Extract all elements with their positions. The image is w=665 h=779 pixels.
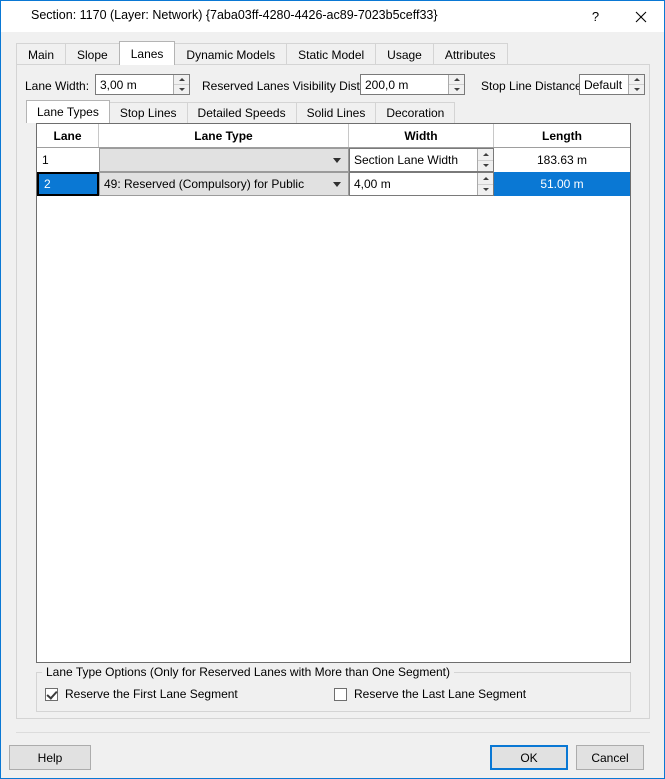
width-input[interactable]: Section Lane Width: [349, 148, 494, 172]
reserved-visibility-stepper[interactable]: [448, 75, 464, 94]
column-header-width[interactable]: Width: [349, 124, 494, 147]
lane-type-options-title: Lane Type Options (Only for Reserved Lan…: [42, 665, 454, 679]
width-input[interactable]: 4,00 m: [349, 172, 494, 196]
lane-types-table[interactable]: Lane Lane Type Width Length 1 Section La…: [36, 123, 631, 663]
width-stepper[interactable]: [477, 149, 493, 171]
lane-type-value: 49: Reserved (Compulsory) for Public: [104, 177, 305, 191]
stepper-up-icon[interactable]: [478, 173, 493, 184]
cell-width[interactable]: Section Lane Width: [349, 148, 494, 172]
cell-length: 183.63 m: [536, 153, 588, 167]
stepper-down-icon[interactable]: [478, 159, 493, 172]
tab-label: Attributes: [444, 47, 496, 62]
stop-line-distance-stepper[interactable]: [628, 75, 644, 94]
subtab-solid-lines[interactable]: Solid Lines: [295, 102, 377, 123]
tab-label: Usage: [387, 47, 422, 62]
chevron-down-icon: [333, 182, 341, 187]
tab-slope[interactable]: Slope: [65, 43, 120, 65]
table-row[interactable]: 2 49: Reserved (Compulsory) for Public 4…: [37, 172, 630, 196]
stop-line-distance-label: Stop Line Distance:: [481, 79, 586, 93]
stepper-down-icon[interactable]: [174, 84, 189, 94]
title-bar: Section: 1170 (Layer: Network) {7aba03ff…: [1, 1, 664, 32]
inner-tab-strip: Lane Types Stop Lines Detailed Speeds So…: [26, 100, 456, 123]
reserve-first-segment-checkbox[interactable]: Reserve the First Lane Segment: [45, 687, 238, 701]
stepper-up-icon[interactable]: [174, 75, 189, 84]
column-header-lane[interactable]: Lane: [37, 124, 99, 147]
stepper-down-icon[interactable]: [449, 84, 464, 94]
subtab-lane-types[interactable]: Lane Types: [26, 100, 110, 123]
close-button[interactable]: [618, 1, 663, 32]
cancel-button[interactable]: Cancel: [576, 745, 644, 770]
tab-label: Dynamic Models: [186, 47, 276, 62]
lane-width-label: Lane Width:: [25, 79, 90, 93]
reserved-visibility-value: 200,0 m: [365, 77, 409, 92]
cell-width[interactable]: 4,00 m: [349, 172, 494, 196]
stop-line-distance-input[interactable]: Default: [579, 74, 645, 95]
lane-type-dropdown[interactable]: 49: Reserved (Compulsory) for Public: [99, 172, 349, 196]
width-stepper[interactable]: [477, 173, 493, 195]
subtab-label: Detailed Speeds: [197, 106, 286, 120]
stepper-down-icon[interactable]: [478, 183, 493, 196]
stepper-down-icon[interactable]: [629, 84, 644, 94]
width-value: 4,00 m: [354, 177, 391, 191]
cell-length: 51.00 m: [494, 172, 630, 196]
cell-lane-number[interactable]: 2: [37, 172, 99, 196]
tab-main[interactable]: Main: [16, 43, 67, 65]
tab-dynamic-models[interactable]: Dynamic Models: [174, 43, 288, 65]
ok-button[interactable]: OK: [490, 745, 568, 770]
subtab-label: Lane Types: [37, 105, 99, 119]
column-header-lane-type[interactable]: Lane Type: [99, 124, 349, 147]
subtab-label: Solid Lines: [306, 106, 366, 120]
tab-label: Slope: [77, 47, 108, 62]
dialog-window: Section: 1170 (Layer: Network) {7aba03ff…: [0, 0, 665, 779]
question-mark-icon: ?: [591, 9, 600, 24]
tab-label: Main: [28, 47, 55, 62]
tab-usage[interactable]: Usage: [375, 43, 434, 65]
tab-lanes[interactable]: Lanes: [118, 41, 176, 65]
lane-width-stepper[interactable]: [173, 75, 189, 94]
table-header-row: Lane Lane Type Width Length: [37, 124, 630, 148]
column-header-length[interactable]: Length: [494, 124, 630, 147]
lane-type-dropdown[interactable]: [99, 148, 349, 172]
chevron-down-icon: [333, 158, 341, 163]
stepper-up-icon[interactable]: [629, 75, 644, 84]
cell-lane-number[interactable]: 1: [37, 148, 99, 172]
reserve-first-segment-label: Reserve the First Lane Segment: [65, 687, 238, 701]
cell-lane-type[interactable]: 49: Reserved (Compulsory) for Public: [99, 172, 349, 196]
tab-attributes[interactable]: Attributes: [432, 43, 508, 65]
outer-tab-strip: Main Slope Lanes Dynamic Models Static M…: [16, 41, 508, 65]
help-button[interactable]: Help: [9, 745, 91, 770]
subtab-detailed-speeds[interactable]: Detailed Speeds: [186, 102, 297, 123]
table-row[interactable]: 1 Section Lane Width 183.63 m: [37, 148, 630, 172]
lanes-tab-panel: Lane Width: 3,00 m Reserved Lanes Visibi…: [16, 64, 650, 719]
subtab-label: Stop Lines: [119, 106, 177, 120]
stepper-up-icon[interactable]: [478, 149, 493, 160]
reserve-last-segment-checkbox[interactable]: Reserve the Last Lane Segment: [334, 687, 526, 701]
reserved-visibility-input[interactable]: 200,0 m: [360, 74, 465, 95]
window-title: Section: 1170 (Layer: Network) {7aba03ff…: [31, 8, 438, 22]
checkbox-checked-icon[interactable]: [45, 687, 58, 701]
title-help-button[interactable]: ?: [573, 1, 618, 32]
stepper-up-icon[interactable]: [449, 75, 464, 84]
subtab-stop-lines[interactable]: Stop Lines: [108, 102, 188, 123]
footer-divider: [16, 732, 650, 733]
lane-width-value: 3,00 m: [100, 77, 137, 92]
tab-label: Static Model: [298, 47, 365, 62]
reserve-last-segment-label: Reserve the Last Lane Segment: [354, 687, 527, 701]
width-value: Section Lane Width: [354, 153, 459, 167]
tab-static-model[interactable]: Static Model: [286, 43, 377, 65]
lane-width-input[interactable]: 3,00 m: [95, 74, 190, 95]
tab-label: Lanes: [130, 46, 164, 61]
stop-line-distance-value: Default: [584, 77, 623, 92]
subtab-decoration[interactable]: Decoration: [375, 102, 456, 123]
close-icon: [635, 11, 646, 22]
checkbox-unchecked-icon[interactable]: [334, 687, 347, 701]
subtab-label: Decoration: [386, 106, 445, 120]
cell-lane-type[interactable]: [99, 148, 349, 172]
